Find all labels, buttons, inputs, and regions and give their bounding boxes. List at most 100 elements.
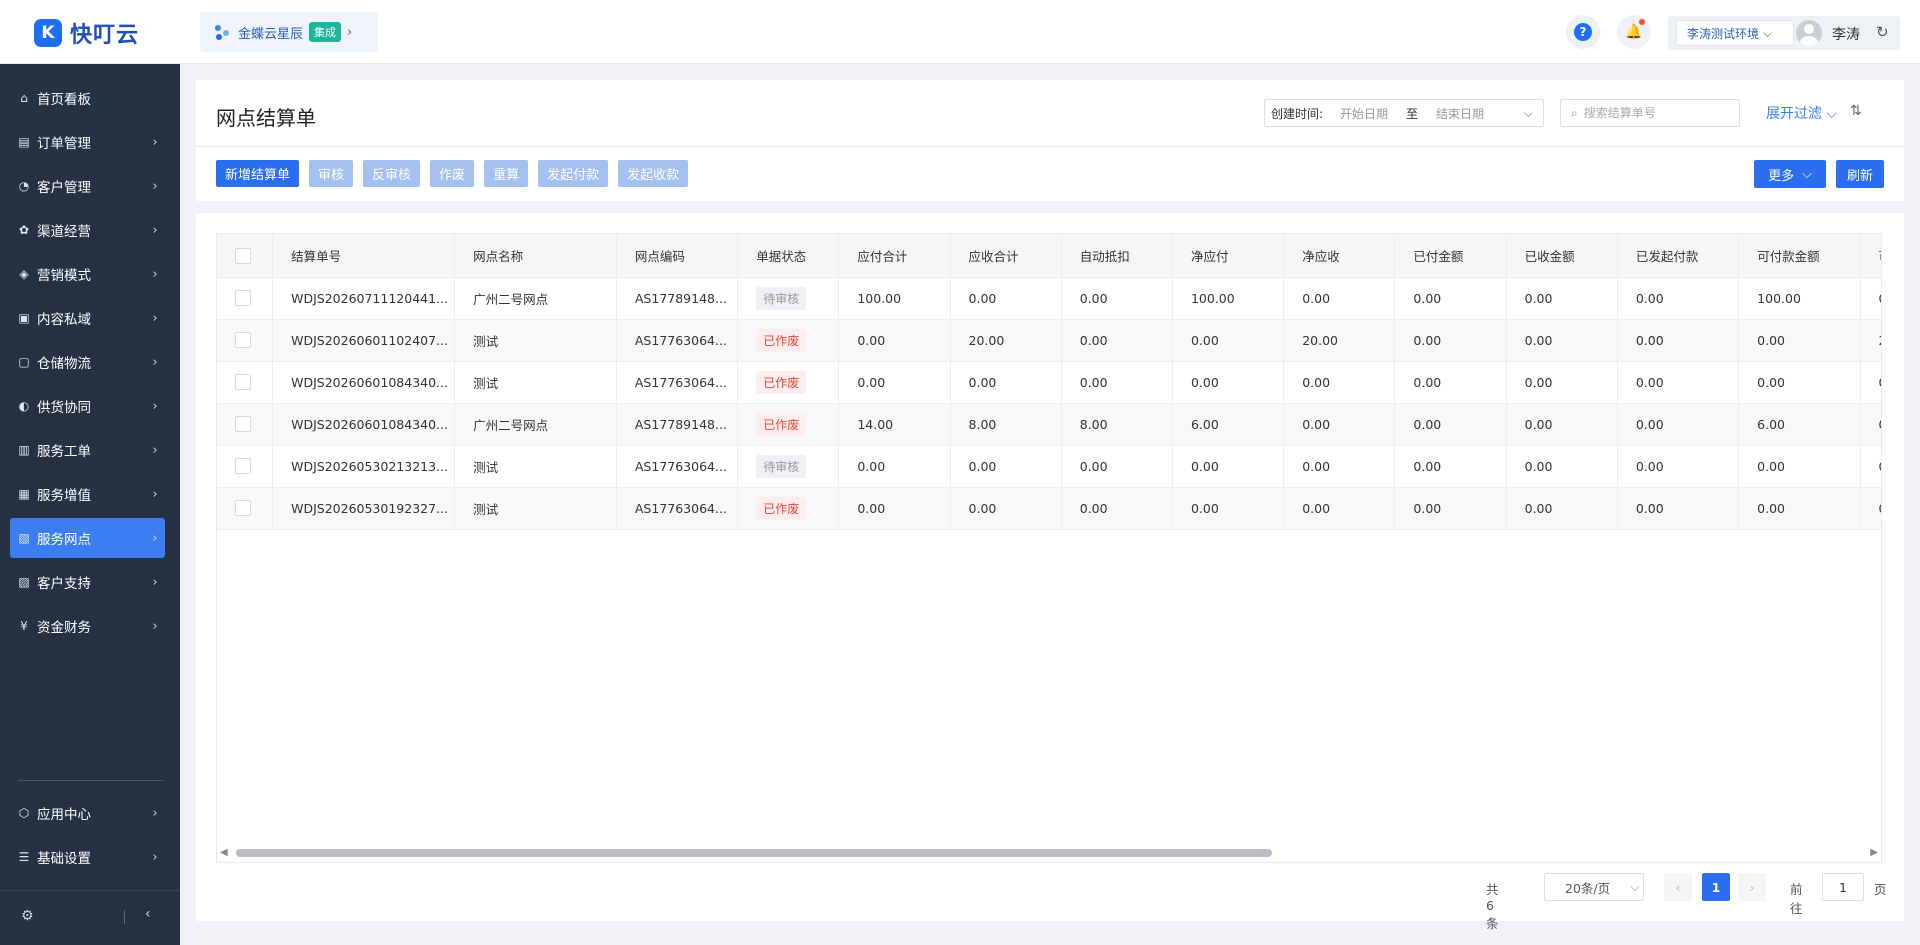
column-header[interactable]: 自动抵扣 [1061, 234, 1173, 278]
action-button-0[interactable]: 新增结算单 [216, 160, 300, 187]
avatar[interactable] [1796, 20, 1822, 46]
current-page-button[interactable]: 1 [1702, 873, 1730, 901]
row-checkbox[interactable] [235, 458, 251, 475]
more-label: 更多 [1768, 168, 1795, 184]
table-row[interactable]: WDJS20260711120441... 广州二号网点 AS17789148...… [217, 277, 1881, 320]
action-button-2[interactable]: 反审核 [363, 160, 421, 187]
sidebar-item-label: 订单管理 [37, 136, 91, 152]
table-cell: 0.00 [1394, 403, 1507, 446]
supply-icon: ◐ [18, 399, 30, 413]
table-cell: 已作废 [737, 319, 840, 362]
sidebar-item-cube[interactable]: ⬡ 应用中心 › [10, 793, 165, 833]
table-row[interactable]: WDJS20260601102407... 测试 AS17763064... 已作废 0… [217, 319, 1881, 362]
row-checkbox[interactable] [235, 290, 251, 307]
column-header[interactable]: 网点编码 [616, 234, 739, 278]
row-checkbox[interactable] [235, 332, 251, 349]
sidebar-item-supply[interactable]: ◐ 供货协同 › [10, 386, 165, 426]
table-header-row: 结算单号 网点名称 网点编码 单据状态 应付合计 应收合计 自动抵扣 净应付 净应收 已付金额 已收… [217, 234, 1881, 278]
collapse-sidebar-icon[interactable]: ‹ [145, 906, 151, 922]
notifications-button[interactable]: 🔔 [1617, 15, 1651, 49]
sidebar-item-image[interactable]: ▣ 内容私域 › [10, 298, 165, 338]
sidebar-item-store[interactable]: ▧ 服务网点 › [10, 518, 165, 558]
sidebar-item-support[interactable]: ▨ 客户支持 › [10, 562, 165, 602]
action-button-3[interactable]: 作废 [430, 160, 475, 187]
sidebar-footer: ⚙ ‹ [0, 890, 180, 945]
sidebar-item-settings-list[interactable]: ☰ 基础设置 › [10, 837, 165, 877]
sidebar-item-user[interactable]: ◔ 客户管理 › [10, 166, 165, 206]
table-cell: 0.00 [1283, 361, 1396, 404]
table-cell: 0.00 [1394, 319, 1507, 362]
scroll-left-icon[interactable]: ◀ [220, 847, 228, 858]
select-all-checkbox[interactable] [235, 247, 251, 264]
table-cell: WDJS20260530192327... [272, 487, 456, 530]
column-header[interactable]: 单据状态 [737, 234, 840, 278]
page-title: 网点结算单 [216, 106, 316, 130]
app-name: 快叮云 [70, 23, 140, 48]
start-date-input[interactable]: 开始日期 [1331, 105, 1397, 122]
column-header[interactable]: 应收合计 [950, 234, 1062, 278]
created-date-range[interactable]: 创建时间: 开始日期 至 结束日期 ⌵ [1264, 99, 1544, 127]
table-cell: 0.00 [1394, 445, 1507, 488]
page-size-select[interactable]: 20条/页 ⌵ [1544, 873, 1644, 901]
channel-icon: ✿ [18, 223, 30, 237]
table-cell: WDJS20260711120441... [272, 277, 456, 320]
environment-select[interactable]: 李涛测试环境 ⌵ [1676, 20, 1794, 46]
user-name[interactable]: 李涛 [1832, 24, 1860, 44]
table-cell: 已作废 [737, 403, 840, 446]
column-header[interactable]: 已发起付款 [1617, 234, 1740, 278]
column-header[interactable]: 网点名称 [454, 234, 617, 278]
chevron-right-icon: › [152, 398, 158, 414]
column-header[interactable]: 已收金额 [1506, 234, 1618, 278]
row-checkbox[interactable] [235, 416, 251, 433]
scrollbar-thumb[interactable] [236, 849, 1272, 857]
table-row[interactable]: WDJS20260601084340... 广州二号网点 AS17789148...… [217, 403, 1881, 446]
expand-filter-button[interactable]: 展开过滤 ⌵ [1766, 103, 1837, 123]
action-button-5[interactable]: 发起付款 [538, 160, 609, 187]
column-header[interactable]: 净应收 [1283, 234, 1396, 278]
table-row[interactable]: WDJS20260530192327... 测试 AS17763064... 已作废 0… [217, 487, 1881, 530]
table-cell: 0.00 [1506, 403, 1618, 446]
help-button[interactable]: ? [1566, 15, 1600, 49]
sort-icon[interactable]: ⇅ [1850, 103, 1862, 119]
sidebar-item-yuan[interactable]: ¥ 资金财务 › [10, 606, 165, 646]
sidebar-item-bag[interactable]: ▦ 服务增值 › [10, 474, 165, 514]
column-header[interactable]: 可收 [1860, 234, 1881, 278]
table-cell: WDJS20260601102407... [272, 319, 456, 362]
sidebar-item-home[interactable]: ⌂ 首页看板 [10, 78, 165, 118]
sidebar-item-order[interactable]: ▤ 订单管理 › [10, 122, 165, 162]
action-button-1[interactable]: 审核 [309, 160, 354, 187]
order-icon: ▤ [18, 135, 30, 149]
column-header[interactable]: 结算单号 [272, 234, 456, 278]
column-header[interactable]: 净应付 [1172, 234, 1285, 278]
app-logo[interactable]: K 快叮云 [34, 17, 139, 49]
sidebar-item-tag[interactable]: ◈ 营销模式 › [10, 254, 165, 294]
column-header[interactable]: 可付款金额 [1738, 234, 1861, 278]
sidebar-item-channel[interactable]: ✿ 渠道经营 › [10, 210, 165, 250]
column-header[interactable]: 已付金额 [1394, 234, 1507, 278]
scroll-right-icon[interactable]: ▶ [1870, 847, 1878, 858]
gear-icon[interactable]: ⚙ [21, 908, 34, 924]
row-checkbox[interactable] [235, 374, 251, 391]
search-input[interactable] [1583, 106, 1724, 120]
prev-page-button[interactable]: ‹ [1664, 873, 1692, 901]
sidebar-item-ticket[interactable]: ▥ 服务工单 › [10, 430, 165, 470]
end-date-input[interactable]: 结束日期 [1427, 105, 1493, 122]
horizontal-scrollbar[interactable]: ◀ ▶ [216, 843, 1882, 867]
goto-page-input[interactable] [1822, 873, 1864, 901]
search-box[interactable]: ⌕ [1560, 99, 1740, 127]
next-page-button[interactable]: › [1738, 873, 1766, 901]
table-row[interactable]: WDJS20260601084340... 测试 AS17763064... 已作废 0… [217, 361, 1881, 404]
integration-badge[interactable]: 金蝶云星辰 集成 › [200, 12, 378, 52]
column-header[interactable]: 应付合计 [838, 234, 951, 278]
refresh-button[interactable]: 刷新 [1836, 160, 1884, 188]
refresh-icon[interactable]: ↻ [1876, 23, 1889, 41]
row-checkbox[interactable] [235, 500, 251, 517]
sidebar-item-warehouse[interactable]: ▢ 仓储物流 › [10, 342, 165, 382]
action-button-4[interactable]: 重算 [484, 160, 529, 187]
page-header-panel: 网点结算单 创建时间: 开始日期 至 结束日期 ⌵ ⌕ 展开过滤 ⌵ ⇅ 新增结… [196, 80, 1904, 201]
action-button-6[interactable]: 发起收款 [618, 160, 689, 187]
table-row[interactable]: WDJS20260530213213... 测试 AS17763064... 待审核 0… [217, 445, 1881, 488]
chevron-right-icon: › [152, 849, 158, 865]
table-cell: 测试 [454, 487, 617, 530]
more-button[interactable]: 更多 ⌵ [1754, 160, 1826, 188]
